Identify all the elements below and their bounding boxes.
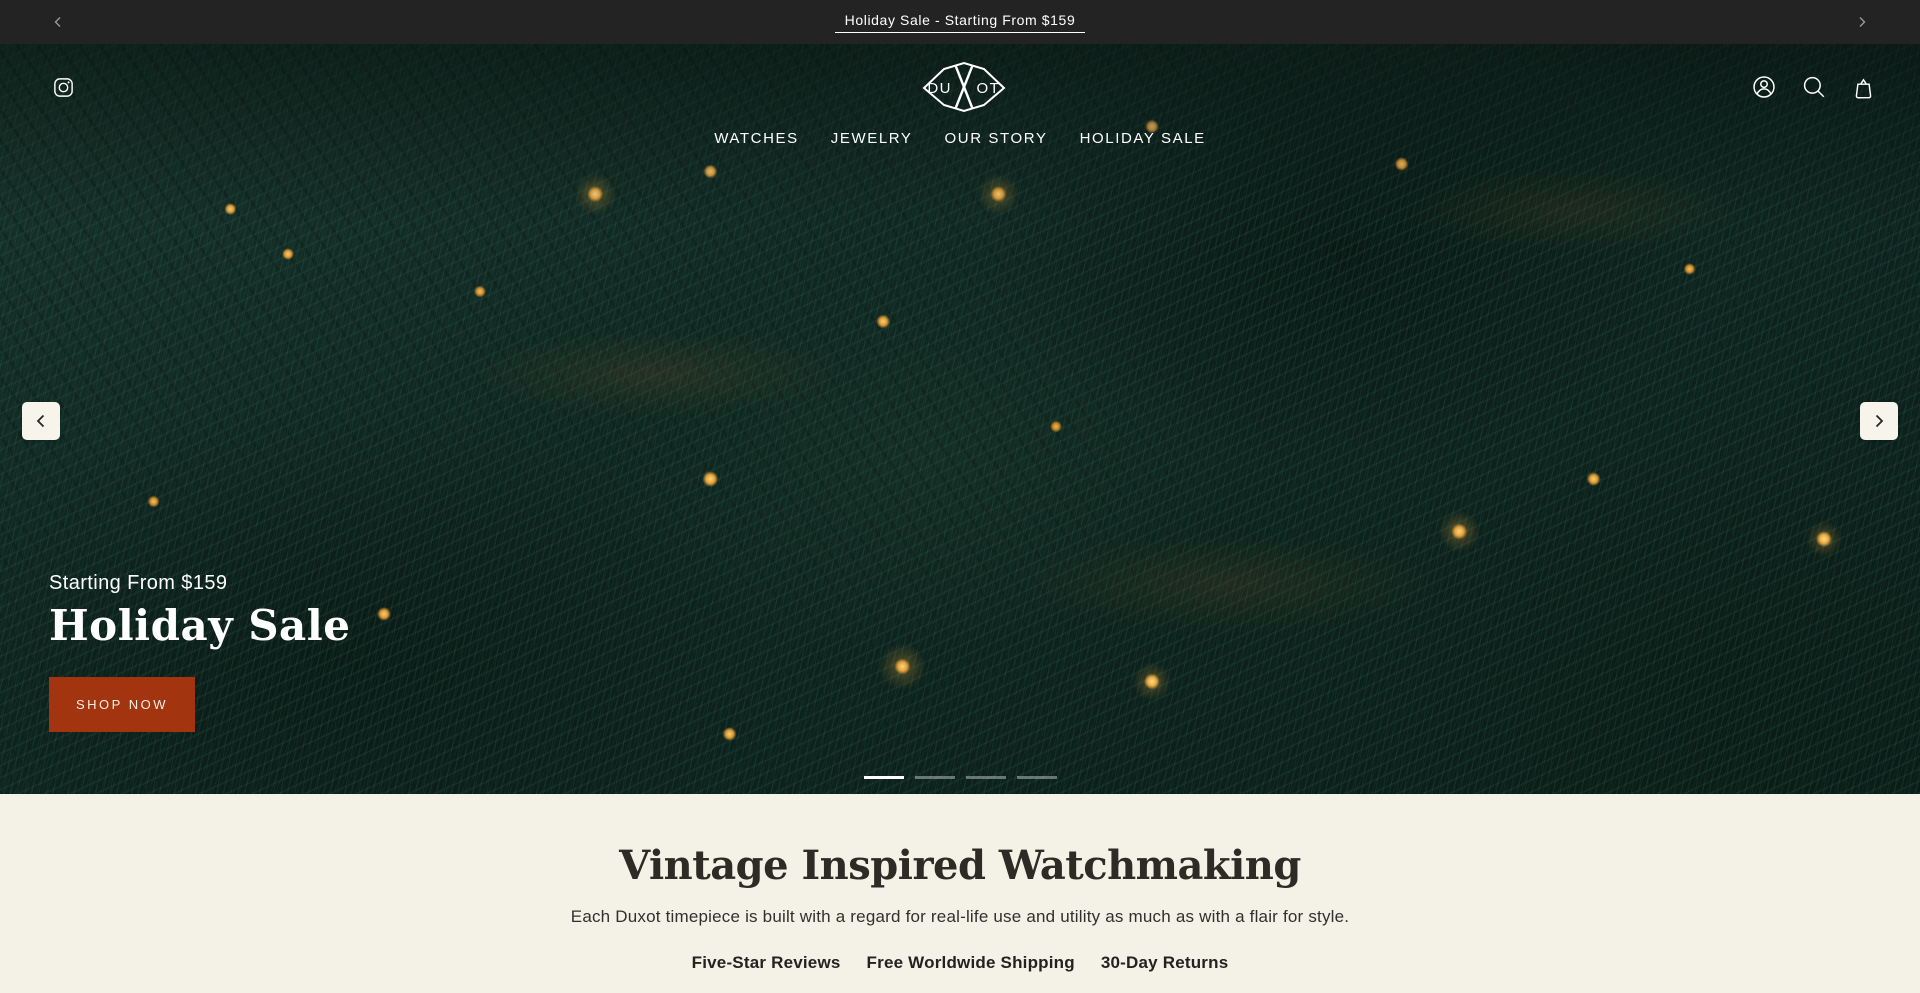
hero-eyebrow: Starting From $159 [49,572,350,595]
slideshow-pagination [0,776,1920,779]
slideshow-next-button[interactable] [1860,402,1898,440]
shop-now-button[interactable]: SHOP NOW [49,677,195,732]
cart-icon [1851,75,1876,100]
intro-heading: Vintage Inspired Watchmaking [0,842,1920,889]
account-icon [1751,74,1777,100]
announcement-prev-button[interactable] [46,10,70,34]
instagram-link[interactable] [50,74,77,101]
instagram-icon [52,76,75,99]
hero-title: Holiday Sale [49,603,350,649]
nav-item-our-story[interactable]: OUR STORY [945,126,1048,151]
announcement-next-button[interactable] [1850,10,1874,34]
feature-reviews: Five-Star Reviews [692,953,841,973]
cart-button[interactable] [1849,73,1878,102]
search-icon [1801,74,1827,100]
slide-indicator-3[interactable] [966,776,1006,779]
logo-letters-right: OT [977,80,1001,97]
feature-shipping: Free Worldwide Shipping [867,953,1075,973]
slideshow-prev-button[interactable] [22,402,60,440]
nav-item-watches[interactable]: WATCHES [714,126,799,151]
slide-indicator-1[interactable] [864,776,904,779]
account-button[interactable] [1749,72,1779,102]
feature-list: Five-Star Reviews Free Worldwide Shippin… [0,953,1920,973]
hero-section: DU OT [0,44,1920,794]
slide-indicator-4[interactable] [1017,776,1057,779]
logo-duxot[interactable]: DU OT [922,58,1006,116]
chevron-right-icon [1856,16,1868,28]
chevron-left-icon [52,16,64,28]
hero-content: Starting From $159 Holiday Sale SHOP NOW [49,572,350,732]
search-button[interactable] [1799,72,1829,102]
main-nav: WATCHES JEWELRY OUR STORY HOLIDAY SALE [0,126,1920,151]
slide-indicator-2[interactable] [915,776,955,779]
chevron-right-icon [1871,413,1887,429]
nav-item-jewelry[interactable]: JEWELRY [831,126,913,151]
announcement-link[interactable]: Holiday Sale - Starting From $159 [835,12,1086,33]
feature-returns: 30-Day Returns [1101,953,1229,973]
site-header: DU OT [0,44,1920,116]
intro-subheading: Each Duxot timepiece is built with a reg… [0,907,1920,927]
announcement-bar: Holiday Sale - Starting From $159 [0,0,1920,44]
intro-section: Vintage Inspired Watchmaking Each Duxot … [0,794,1920,993]
nav-item-holiday-sale[interactable]: HOLIDAY SALE [1080,126,1206,151]
logo-letters-left: DU [927,80,952,97]
chevron-left-icon [33,413,49,429]
